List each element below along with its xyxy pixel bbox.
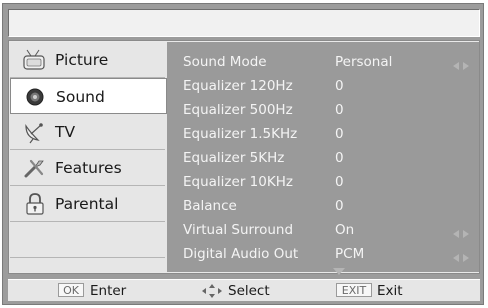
menu-body: Picture Sound TV Features Parental Sound… <box>8 40 480 275</box>
sidebar-item-label: Sound <box>56 88 105 106</box>
setting-row-equalizer-5khz[interactable]: Equalizer 5KHz 0 <box>167 146 479 170</box>
sidebar-item-features[interactable]: Features <box>10 150 165 186</box>
menu-title-bar <box>8 9 480 37</box>
setting-row-equalizer-1-5khz[interactable]: Equalizer 1.5KHz 0 <box>167 122 479 146</box>
setting-row-equalizer-10khz[interactable]: Equalizer 10KHz 0 <box>167 170 479 194</box>
setting-value: 0 <box>335 174 344 190</box>
setting-name: Equalizer 5KHz <box>183 150 285 166</box>
sidebar-item-label: Parental <box>55 195 119 213</box>
setting-value: 0 <box>335 126 344 142</box>
sidebar-item-label: TV <box>55 123 76 141</box>
satellite-icon <box>22 120 48 144</box>
setting-row-equalizer-120hz[interactable]: Equalizer 120Hz 0 <box>167 74 479 98</box>
setting-value: 0 <box>335 198 344 214</box>
sidebar-item-sound[interactable]: Sound <box>10 78 167 114</box>
setting-name: Equalizer 10KHz <box>183 174 293 190</box>
sound-settings-panel: Sound Mode Personal Equalizer 120Hz 0 Eq… <box>167 42 479 275</box>
sidebar-item-parental[interactable]: Parental <box>10 186 165 222</box>
setting-name: Virtual Surround <box>183 222 294 238</box>
setting-row-equalizer-500hz[interactable]: Equalizer 500Hz 0 <box>167 98 479 122</box>
setting-row-balance[interactable]: Balance 0 <box>167 194 479 218</box>
picture-icon <box>22 48 48 72</box>
sidebar-item-tv[interactable]: TV <box>10 114 165 150</box>
left-right-arrows-icon[interactable] <box>453 58 469 70</box>
speaker-icon <box>23 85 49 109</box>
left-right-arrows-icon[interactable] <box>453 226 469 238</box>
navigate-arrows-icon <box>202 284 222 298</box>
enter-hint-label: Enter <box>90 283 127 299</box>
sidebar-item-label: Features <box>55 159 122 177</box>
tv-menu-screen: Picture Sound TV Features Parental Sound… <box>0 0 488 308</box>
setting-value: 0 <box>335 102 344 118</box>
category-sidebar: Picture Sound TV Features Parental <box>10 42 167 272</box>
setting-name: Digital Audio Out <box>183 246 299 262</box>
key-hint-bar: OK Enter Select EXIT Exit <box>8 279 480 301</box>
setting-row-virtual-surround[interactable]: Virtual Surround On <box>167 218 479 242</box>
setting-name: Balance <box>183 198 237 214</box>
sidebar-item-empty <box>10 222 165 258</box>
sidebar-item-label: Picture <box>55 51 109 69</box>
lock-icon <box>22 192 48 216</box>
setting-name: Sound Mode <box>183 54 267 70</box>
setting-value: On <box>335 222 355 238</box>
exit-key-icon: EXIT <box>336 283 372 297</box>
sidebar-item-picture[interactable]: Picture <box>10 42 165 78</box>
scroll-down-arrow-icon[interactable] <box>333 260 345 275</box>
left-right-arrows-icon[interactable] <box>453 250 469 262</box>
ok-key-icon: OK <box>58 283 84 297</box>
setting-row-digital-audio-out[interactable]: Digital Audio Out PCM <box>167 242 479 266</box>
setting-name: Equalizer 120Hz <box>183 78 293 94</box>
exit-hint-label: Exit <box>377 283 403 299</box>
setting-value: 0 <box>335 150 344 166</box>
setting-value: 0 <box>335 78 344 94</box>
tools-icon <box>22 156 48 180</box>
select-hint-label: Select <box>228 283 270 299</box>
setting-row-sound-mode[interactable]: Sound Mode Personal <box>167 50 479 74</box>
setting-name: Equalizer 500Hz <box>183 102 293 118</box>
setting-name: Equalizer 1.5KHz <box>183 126 298 142</box>
setting-value: Personal <box>335 54 393 70</box>
